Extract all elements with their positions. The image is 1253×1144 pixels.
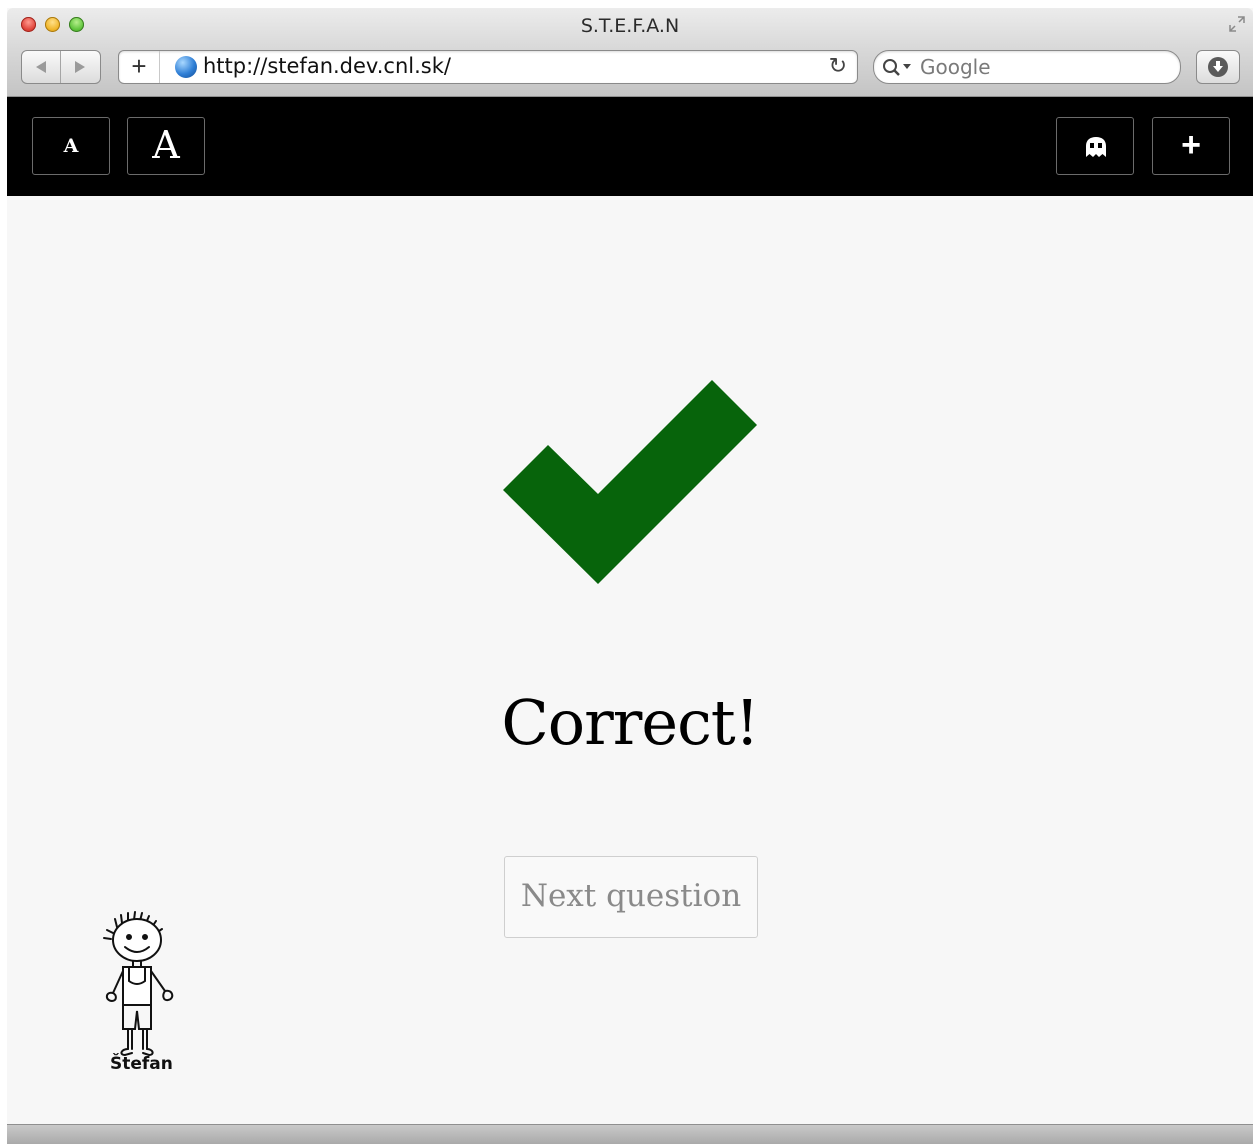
- add-bookmark-button[interactable]: +: [119, 51, 160, 83]
- result-heading: Correct!: [501, 686, 759, 759]
- globe-icon: [175, 56, 197, 78]
- download-arrow-icon: [1213, 61, 1223, 72]
- browser-chrome: S.T.E.F.A.N + http://stefan.dev.cnl.sk/ …: [7, 8, 1253, 97]
- search-field[interactable]: Google: [873, 50, 1181, 84]
- ghost-icon: [1086, 137, 1106, 157]
- browser-window: S.T.E.F.A.N + http://stefan.dev.cnl.sk/ …: [7, 8, 1253, 1144]
- decrease-font-button[interactable]: A: [32, 117, 110, 175]
- back-forward-group: [21, 50, 101, 84]
- search-icon: [883, 59, 911, 76]
- increase-font-button[interactable]: A: [127, 117, 205, 175]
- ghost-button[interactable]: [1056, 117, 1134, 175]
- search-placeholder: Google: [920, 55, 991, 79]
- status-bar: [7, 1124, 1253, 1144]
- stefan-mascot-drawing: [103, 911, 174, 1057]
- forward-button[interactable]: [61, 51, 99, 83]
- app-toolbar: A A +: [7, 97, 1253, 196]
- mascot-name-label: Štefan: [110, 1054, 173, 1074]
- downloads-button[interactable]: [1196, 50, 1240, 84]
- next-question-button[interactable]: Next question: [504, 856, 758, 938]
- window-title: S.T.E.F.A.N: [580, 15, 680, 37]
- url-text[interactable]: http://stefan.dev.cnl.sk/: [203, 54, 451, 78]
- address-bar[interactable]: + http://stefan.dev.cnl.sk/ ↻: [118, 50, 858, 84]
- fullscreen-icon[interactable]: [1229, 16, 1245, 32]
- back-arrow-icon: [36, 61, 46, 73]
- back-button[interactable]: [22, 51, 61, 83]
- forward-arrow-icon: [75, 61, 85, 73]
- reload-icon[interactable]: ↻: [829, 53, 847, 79]
- add-button[interactable]: +: [1152, 117, 1230, 175]
- checkmark-icon: [503, 380, 757, 584]
